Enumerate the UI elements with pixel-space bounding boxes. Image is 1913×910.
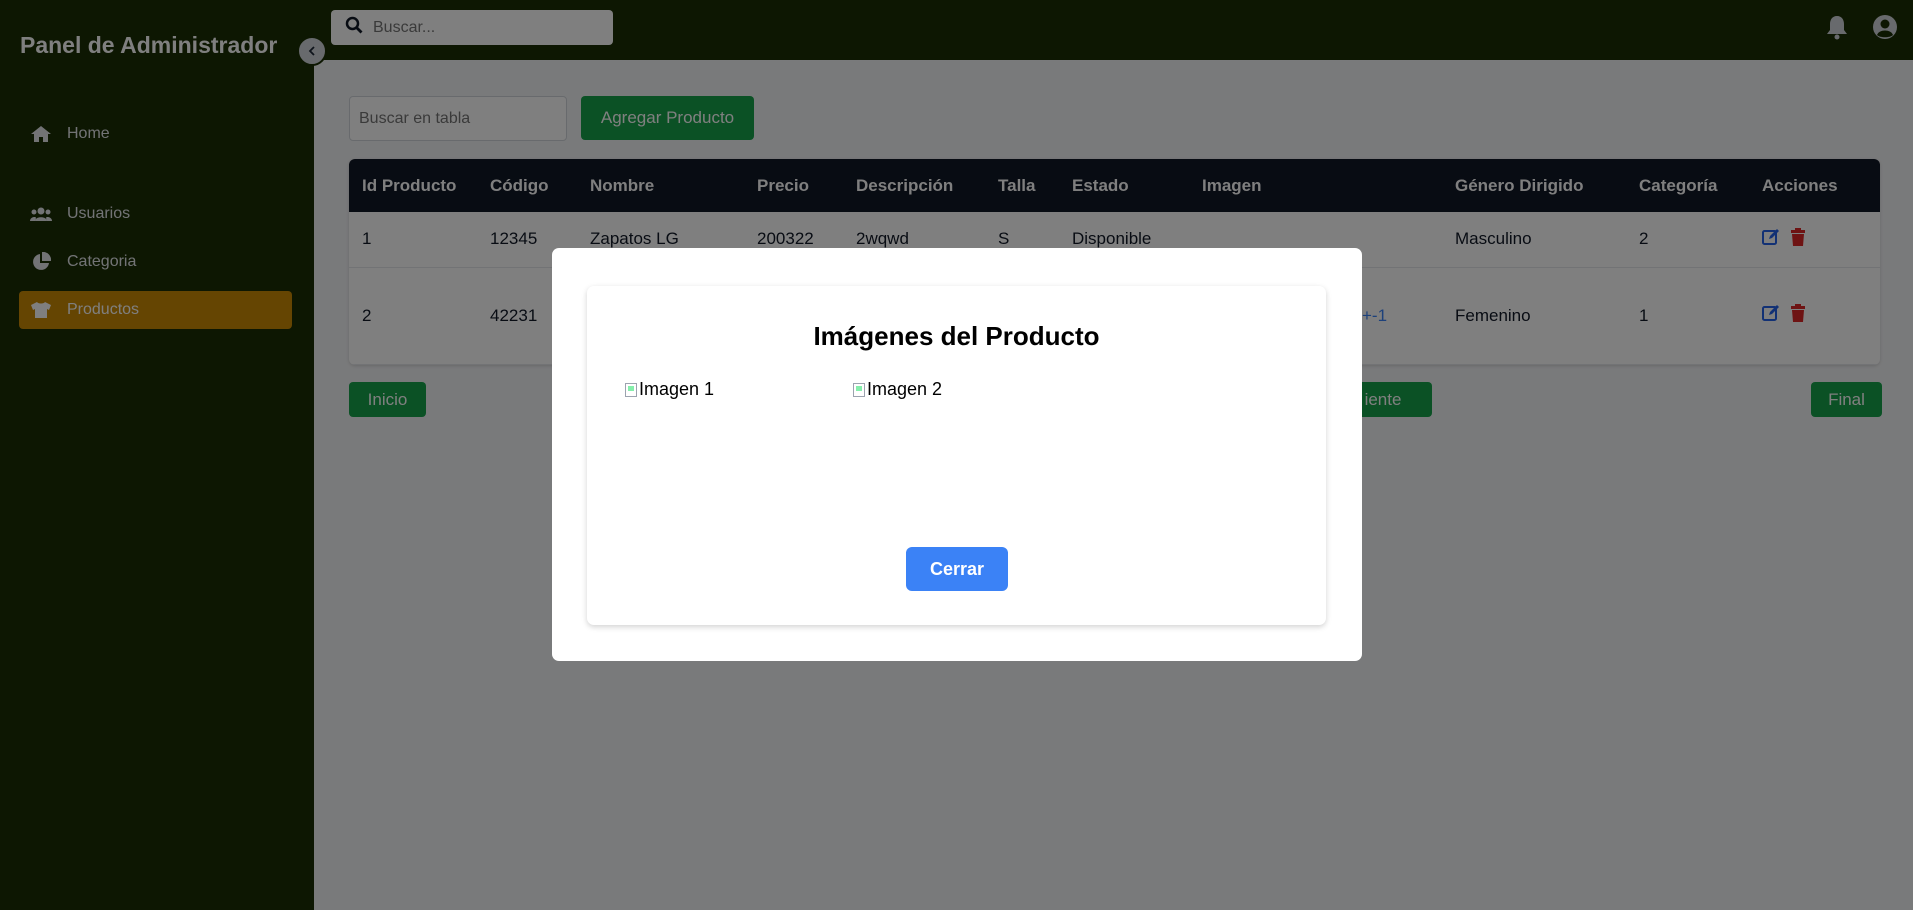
image-alt-text: Imagen 1 [639, 379, 715, 399]
close-modal-button[interactable]: Cerrar [906, 547, 1008, 591]
modal-title: Imágenes del Producto [813, 321, 1100, 351]
image-alt-text: Imagen 2 [867, 379, 943, 399]
product-image-1: Imagen 1 [625, 379, 714, 400]
product-image-2: Imagen 2 [853, 379, 942, 400]
broken-image-icon [625, 382, 637, 397]
broken-image-icon [853, 382, 865, 397]
modal-card: Imágenes del Producto Imagen 1 Imagen 2 … [587, 286, 1326, 625]
product-images-modal: Imágenes del Producto Imagen 1 Imagen 2 … [552, 248, 1362, 661]
